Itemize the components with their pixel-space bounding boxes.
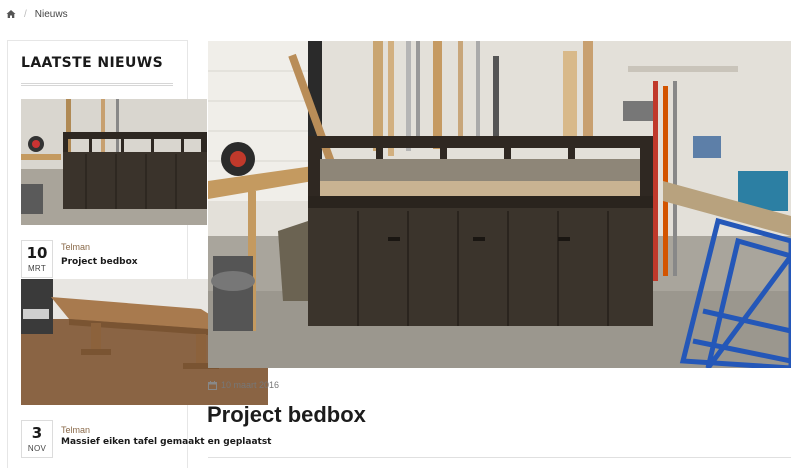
news-author[interactable]: Telman xyxy=(61,425,90,435)
news-date-badge: 10 MRT xyxy=(21,240,53,278)
post-divider xyxy=(208,457,791,458)
news-title-link[interactable]: Project bedbox xyxy=(61,257,138,267)
sidebar-title: LAATSTE NIEUWS xyxy=(21,55,164,71)
news-date-day: 10 xyxy=(26,244,48,262)
home-icon[interactable] xyxy=(6,9,16,19)
news-thumbnail-bedbox[interactable] xyxy=(21,99,207,225)
news-date-day: 3 xyxy=(31,424,43,442)
news-date-month: MRT xyxy=(27,264,47,273)
breadcrumb-current: Nieuws xyxy=(34,8,68,20)
post-featured-image xyxy=(208,41,791,368)
sidebar-divider xyxy=(21,83,173,86)
news-title-link[interactable]: Massief eiken tafel gemaakt en geplaatst xyxy=(61,437,272,447)
post-title: Project bedbox xyxy=(207,402,366,427)
calendar-icon xyxy=(208,380,217,390)
post-date: 10 maart 2016 xyxy=(208,380,279,390)
news-date-month: NOV xyxy=(27,444,47,453)
breadcrumb-separator: / xyxy=(24,8,27,20)
news-date-badge: 3 NOV xyxy=(21,420,53,458)
breadcrumb: / Nieuws xyxy=(6,7,68,21)
news-author[interactable]: Telman xyxy=(61,242,90,252)
post-date-text: 10 maart 2016 xyxy=(221,380,280,390)
